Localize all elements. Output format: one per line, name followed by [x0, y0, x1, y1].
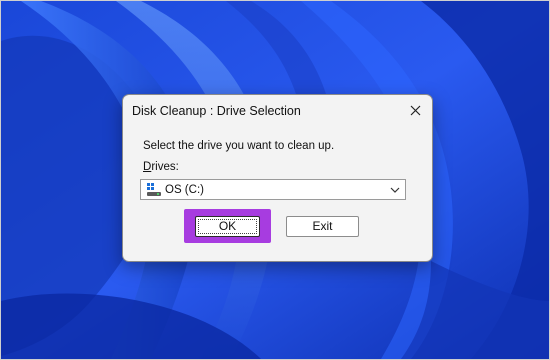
- instruction-text: Select the drive you want to clean up.: [143, 140, 335, 152]
- exit-button-label: Exit: [312, 219, 333, 233]
- close-button[interactable]: [403, 99, 427, 121]
- close-icon: [410, 105, 420, 115]
- drive-dropdown[interactable]: OS (C:): [140, 179, 406, 200]
- screenshot-frame: Disk Cleanup : Drive Selection Select th…: [0, 0, 550, 360]
- focus-ring: [198, 219, 257, 234]
- drives-label: Drives:: [143, 161, 179, 173]
- drives-label-text: rives:: [151, 161, 179, 173]
- exit-button[interactable]: Exit: [286, 216, 359, 237]
- chevron-down-icon[interactable]: [390, 186, 400, 194]
- title-bar[interactable]: Disk Cleanup : Drive Selection: [123, 95, 432, 125]
- selected-drive: OS (C:): [165, 184, 204, 196]
- dialog-title: Disk Cleanup : Drive Selection: [132, 104, 301, 118]
- disk-cleanup-dialog: Disk Cleanup : Drive Selection Select th…: [122, 94, 433, 262]
- drive-icon: [147, 183, 161, 196]
- ok-button[interactable]: OK: [195, 216, 260, 237]
